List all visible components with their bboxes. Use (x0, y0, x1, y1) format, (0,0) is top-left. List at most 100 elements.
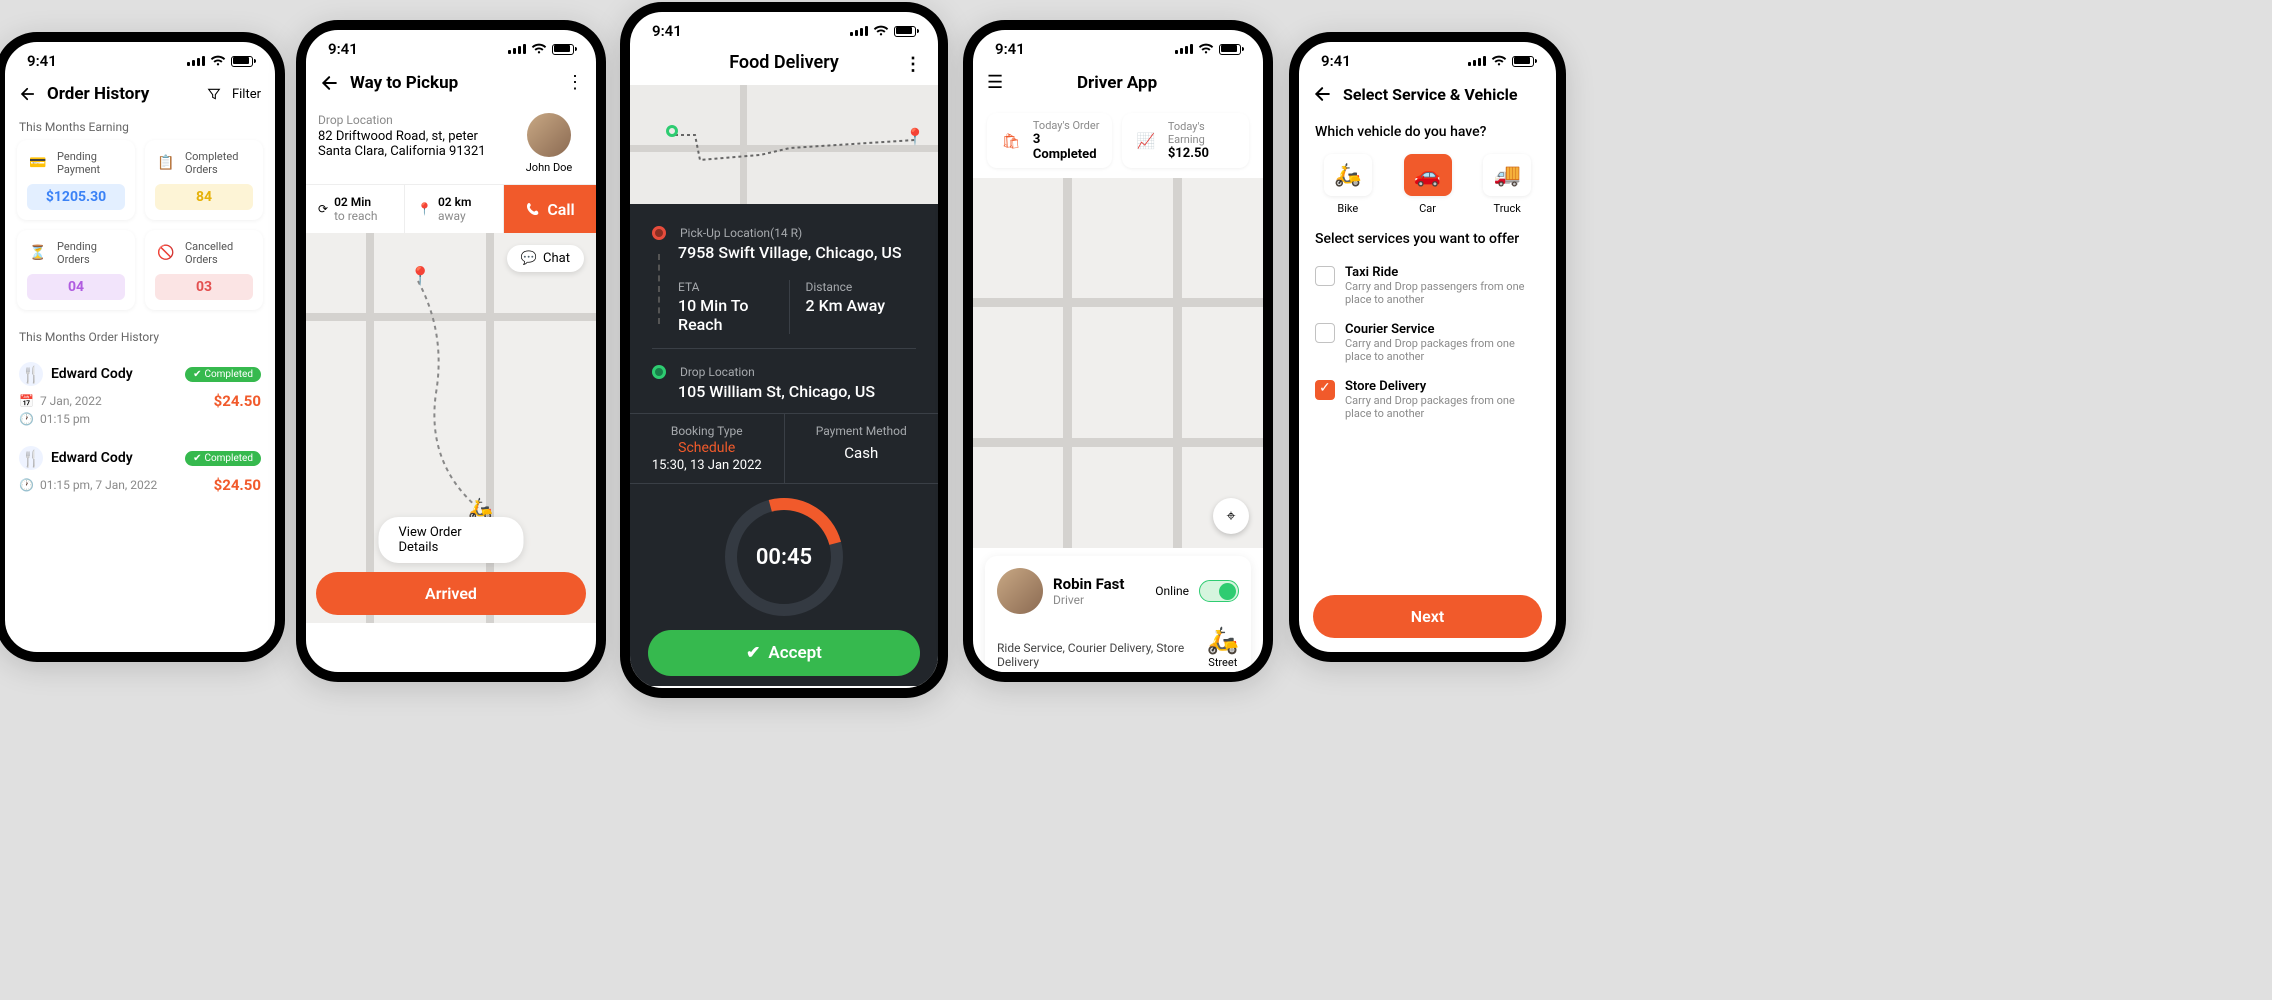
vehicle-option-car[interactable]: 🚗Car (1395, 154, 1461, 215)
signal-icon (187, 56, 205, 66)
address-line-1: 82 Driftwood Road, st, peter (318, 129, 506, 144)
pickup-pin-icon: 📍 (409, 266, 431, 287)
clock-icon: 🕐 (19, 478, 34, 492)
status-time: 9:41 (652, 22, 682, 40)
pickup-address: 7958 Swift Village, Chicago, US (652, 243, 916, 262)
back-arrow-icon[interactable] (320, 73, 340, 93)
address-line-2: Santa Clara, California 91321 (318, 144, 506, 159)
calendar-icon: 📅 (19, 394, 34, 408)
history-section-label: This Months Order History (5, 324, 275, 350)
phone-select-service: 9:41 Select Service & Vehicle Which vehi… (1289, 32, 1566, 662)
next-button[interactable]: Next (1313, 595, 1542, 638)
summary-cards: 🛍 Today's Order3 Completed 📈 Today's Ear… (973, 103, 1263, 178)
service-option-courier[interactable]: Courier ServiceCarry and Drop packages f… (1299, 314, 1556, 371)
phone-order-history: 9:41 Order History Filter This Months Ea… (0, 32, 285, 662)
vehicle-type: Street (1207, 656, 1239, 669)
booking-details: Booking Type Schedule 15:30, 13 Jan 2022… (630, 413, 938, 484)
map-view[interactable]: 📍 (630, 85, 938, 204)
phone-food-delivery: 9:41 Food Delivery ⋮ 📍 Pick-Up Location(… (620, 2, 948, 698)
customer-name: Edward Cody (51, 366, 133, 382)
status-bar: 9:41 (306, 30, 596, 62)
status-bar: 9:41 (630, 12, 938, 44)
vehicle-option-truck[interactable]: 🚚Truck (1474, 154, 1540, 215)
more-icon[interactable]: ⋮ (904, 54, 922, 75)
filter-label[interactable]: Filter (232, 87, 261, 102)
service-option-store-delivery[interactable]: Store DeliveryCarry and Drop packages fr… (1299, 371, 1556, 428)
trip-stats: ⟳02 Minto reach 📍02 kmaway Call (306, 185, 596, 233)
stat-card-cancelled-orders[interactable]: 🚫 CancelledOrders 03 (145, 230, 263, 310)
status-bar: 9:41 (5, 42, 275, 74)
online-toggle[interactable] (1199, 580, 1239, 602)
cancel-icon: 🚫 (155, 242, 177, 264)
stat-card-completed-orders[interactable]: 📋 CompletedOrders 84 (145, 140, 263, 220)
bag-icon: 🛍 (997, 126, 1025, 156)
services-question: Select services you want to offer (1299, 221, 1556, 257)
vehicle-question: Which vehicle do you have? (1299, 114, 1556, 150)
phone-icon (525, 201, 541, 217)
driver-avatar[interactable] (997, 568, 1043, 614)
battery-icon (1512, 56, 1534, 67)
customer-avatar[interactable] (527, 113, 571, 157)
chat-button[interactable]: 💬Chat (507, 245, 584, 272)
checkbox[interactable] (1315, 266, 1335, 286)
back-arrow-icon[interactable] (19, 85, 37, 103)
earning-section-label: This Months Earning (5, 114, 275, 140)
battery-icon (231, 56, 253, 67)
my-location-button[interactable]: ⌖ (1213, 498, 1249, 534)
crosshair-icon: ⌖ (1226, 506, 1235, 526)
driver-role: Driver (1053, 593, 1145, 607)
view-order-details-button[interactable]: View Order Details (379, 517, 524, 563)
more-icon[interactable]: ⋮ (566, 72, 582, 93)
schedule-time: 15:30, 13 Jan 2022 (638, 458, 776, 473)
back-arrow-icon[interactable] (1313, 84, 1333, 104)
driver-name: Robin Fast (1053, 575, 1145, 593)
filter-icon[interactable] (206, 86, 222, 102)
truck-icon: 🚚 (1483, 154, 1531, 196)
pickup-label: Pick-Up Location(14 R) (680, 226, 802, 240)
booking-type: Schedule (638, 440, 776, 456)
map-view[interactable]: ⌖ (973, 178, 1263, 548)
call-button[interactable]: Call (504, 185, 596, 233)
stat-card-pending-orders[interactable]: ⏳ PendingOrders 04 (17, 230, 135, 310)
todays-earning-card[interactable]: 📈 Today's Earning$12.50 (1122, 113, 1249, 168)
clock-icon: 🕐 (19, 412, 34, 426)
todays-order-card[interactable]: 🛍 Today's Order3 Completed (987, 113, 1112, 168)
countdown-timer: 00:45 (725, 498, 843, 616)
car-icon: 🚗 (1404, 154, 1452, 196)
order-amount: $24.50 (214, 476, 261, 494)
order-history-item[interactable]: 🍴 Edward Cody ✔ Completed 📅7 Jan, 2022 $… (5, 350, 275, 434)
stat-value: 84 (155, 184, 253, 210)
map-view[interactable]: 📍 🛵 💬Chat View Order Details Arrived (306, 233, 596, 623)
stat-value: 04 (27, 274, 125, 300)
stat-card-pending-payment[interactable]: 💳 PendingPayment $1205.30 (17, 140, 135, 220)
checklist-icon: 📋 (155, 152, 177, 174)
pickup-dot-icon (652, 226, 666, 240)
page-title: Food Delivery ⋮ (630, 44, 938, 85)
vehicle-option-bike[interactable]: 🛵Bike (1315, 154, 1381, 215)
checkbox[interactable] (1315, 380, 1335, 400)
check-icon: ✔ (746, 643, 760, 663)
signal-icon (1175, 44, 1193, 54)
distance-icon: 📍 (417, 202, 432, 216)
service-option-taxi[interactable]: Taxi RideCarry and Drop passengers from … (1299, 257, 1556, 314)
payment-method: Cash (793, 444, 931, 462)
accept-button[interactable]: ✔ Accept (648, 630, 920, 676)
trend-up-icon: 📈 (1132, 126, 1160, 156)
status-bar: 9:41 (973, 30, 1263, 62)
order-amount: $24.50 (214, 392, 261, 410)
status-bar: 9:41 (1299, 42, 1556, 74)
arrived-button[interactable]: Arrived (316, 572, 586, 615)
status-time: 9:41 (328, 40, 358, 58)
status-badge: ✔ Completed (185, 451, 261, 466)
wifi-icon (210, 55, 226, 67)
order-history-item[interactable]: 🍴 Edward Cody ✔ Completed 🕐01:15 pm, 7 J… (5, 434, 275, 502)
status-time: 9:41 (995, 40, 1025, 58)
bike-icon: 🛵 (1324, 154, 1372, 196)
restaurant-icon: 🍴 (19, 446, 43, 470)
checkbox[interactable] (1315, 323, 1335, 343)
status-icons (187, 55, 253, 67)
signal-icon (508, 44, 526, 54)
start-point-icon (666, 125, 678, 137)
menu-icon[interactable]: ☰ (987, 72, 1003, 93)
battery-icon (894, 26, 916, 37)
